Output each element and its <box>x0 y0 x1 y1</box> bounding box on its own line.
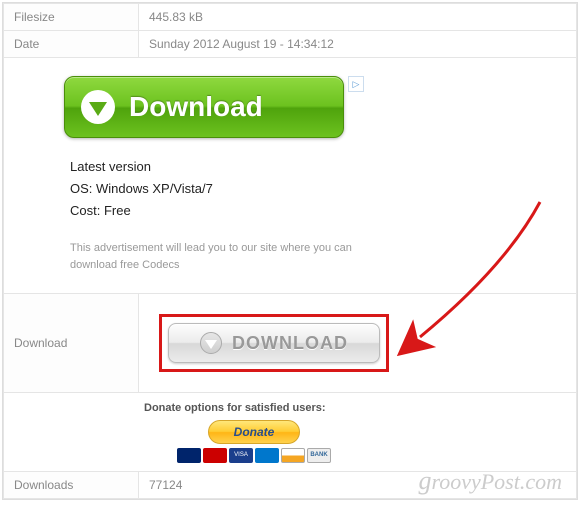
donate-button-label: Donate <box>234 425 275 439</box>
download-arrow-icon <box>200 332 222 354</box>
card-icon <box>281 448 305 463</box>
row-filesize: Filesize 445.83 kB <box>4 4 577 31</box>
card-icon <box>255 448 279 463</box>
download-arrow-icon <box>81 90 115 124</box>
real-download-button-label: DOWNLOAD <box>232 333 348 354</box>
adchoices-icon[interactable]: ▷ <box>348 76 364 92</box>
download-label: Download <box>4 294 139 393</box>
downloads-value: 77124 <box>139 471 577 498</box>
card-icon <box>177 448 201 463</box>
row-donate: Donate options for satisfied users: Dona… <box>4 393 577 471</box>
row-date: Date Sunday 2012 August 19 - 14:34:12 <box>4 31 577 58</box>
ad-download-button-label: Download <box>129 91 263 123</box>
date-value: Sunday 2012 August 19 - 14:34:12 <box>139 31 577 58</box>
payment-card-icons: VISA BANK <box>144 448 364 463</box>
details-table: Filesize 445.83 kB Date Sunday 2012 Augu… <box>2 2 578 500</box>
ad-info-line: Latest version <box>70 156 364 178</box>
donate-caption: Donate options for satisfied users: <box>144 401 364 415</box>
filesize-label: Filesize <box>4 4 139 31</box>
ad-download-button[interactable]: Download <box>64 76 344 138</box>
annotation-highlight-box: DOWNLOAD <box>159 314 389 372</box>
row-advertisement: ▷ Download Latest version OS: Windows XP… <box>4 58 577 294</box>
real-download-button[interactable]: DOWNLOAD <box>168 323 380 363</box>
card-icon: VISA <box>229 448 253 463</box>
advertisement-block: ▷ Download Latest version OS: Windows XP… <box>64 76 364 283</box>
ad-info-line: Cost: Free <box>70 200 364 222</box>
downloads-label: Downloads <box>4 471 139 498</box>
ad-disclaimer: This advertisement will lead you to our … <box>64 222 364 273</box>
row-download: Download DOWNLOAD <box>4 294 577 393</box>
donate-button[interactable]: Donate <box>208 420 300 444</box>
card-icon <box>203 448 227 463</box>
filesize-value: 445.83 kB <box>139 4 577 31</box>
date-label: Date <box>4 31 139 58</box>
ad-info-line: OS: Windows XP/Vista/7 <box>70 178 364 200</box>
ad-info-text: Latest version OS: Windows XP/Vista/7 Co… <box>64 156 364 222</box>
row-downloads-count: Downloads 77124 <box>4 471 577 498</box>
card-icon: BANK <box>307 448 331 463</box>
